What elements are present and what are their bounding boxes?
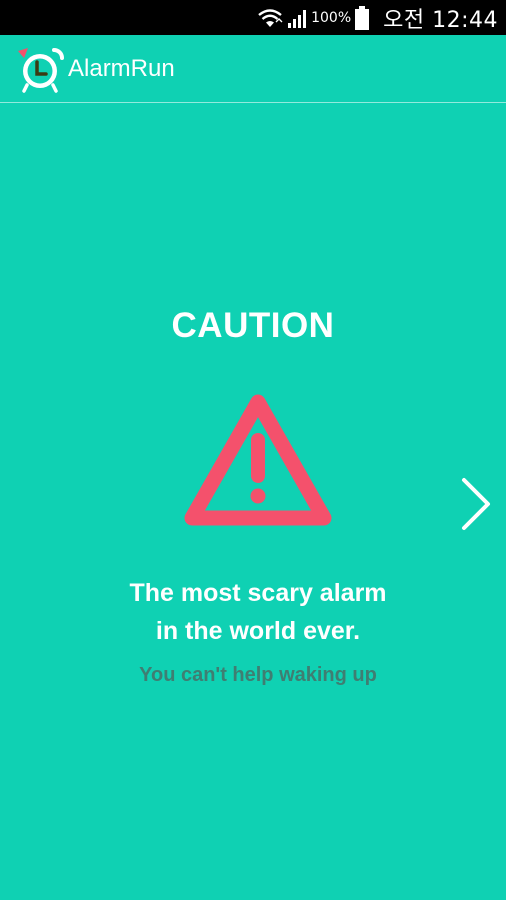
warning-triangle-icon (184, 394, 332, 526)
app-title: AlarmRun (68, 55, 175, 82)
clock: 오전 12:44 (383, 7, 498, 33)
signal-icon (288, 9, 307, 28)
app-bar: AlarmRun (0, 35, 506, 103)
subtext: You can't help waking up (139, 664, 377, 686)
battery-percentage: 100% (311, 9, 352, 26)
headline-line-2: in the world ever. (155, 617, 361, 645)
wifi-icon (258, 8, 283, 27)
headline: The most scary alarm in the world ever. (0, 574, 506, 650)
status-icons: 100% 오전 12:44 (257, 0, 498, 35)
battery-icon (355, 5, 370, 30)
chevron-right-icon[interactable] (458, 474, 494, 534)
caution-title: CAUTION (171, 306, 335, 345)
headline-line-1: The most scary alarm (129, 579, 387, 607)
alarm-clock-icon (18, 48, 64, 93)
status-bar: 100% 오전 12:44 (0, 0, 506, 35)
